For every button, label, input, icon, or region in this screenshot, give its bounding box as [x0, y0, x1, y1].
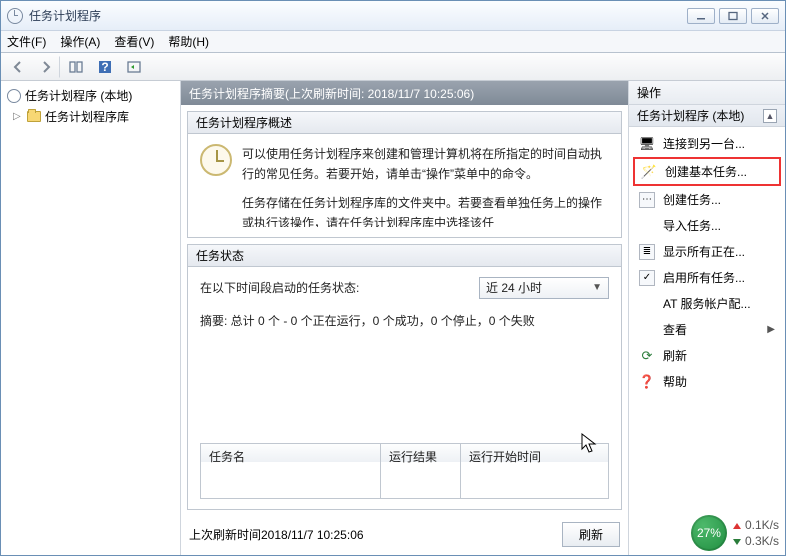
content-area: 任务计划程序 (本地) ▷ 任务计划程序库 任务计划程序摘要(上次刷新时间: 2… — [1, 81, 785, 555]
back-button[interactable] — [5, 56, 31, 78]
actions-section-title: 任务计划程序 (本地) — [637, 107, 744, 124]
close-button[interactable] — [751, 8, 779, 24]
action-show-running-label: 显示所有正在... — [663, 243, 745, 260]
action-help-label: 帮助 — [663, 373, 687, 390]
task-scheduler-window: 任务计划程序 文件(F) 操作(A) 查看(V) 帮助(H) ? 任务计划程序 … — [0, 0, 786, 556]
col-result[interactable]: 运行结果 — [381, 444, 461, 498]
tree-pane: 任务计划程序 (本地) ▷ 任务计划程序库 — [1, 81, 181, 555]
last-refresh-text: 上次刷新时间2018/11/7 10:25:06 — [189, 526, 364, 543]
chevron-down-icon: ▼ — [592, 279, 602, 296]
tree-root-label: 任务计划程序 (本地) — [25, 87, 132, 104]
overview-text-2: 任务存储在任务计划程序库的文件夹中。若要查看单独任务上的操作或执行该操作，请在任… — [242, 193, 609, 227]
window-title: 任务计划程序 — [29, 7, 101, 24]
status-panel: 任务状态 在以下时间段启动的任务状态: 近 24 小时 ▼ 摘要: 总计 0 个… — [187, 244, 622, 510]
titlebar: 任务计划程序 — [1, 1, 785, 31]
help-toolbar-button[interactable]: ? — [92, 56, 118, 78]
summary-header: 任务计划程序摘要(上次刷新时间: 2018/11/7 10:25:06) — [181, 81, 628, 105]
svg-text:?: ? — [101, 60, 108, 74]
action-view[interactable]: 查看 ▶ — [633, 317, 781, 342]
menubar: 文件(F) 操作(A) 查看(V) 帮助(H) — [1, 31, 785, 53]
folder-icon — [27, 111, 41, 122]
overview-title: 任务计划程序概述 — [188, 112, 621, 134]
forward-button[interactable] — [34, 56, 60, 78]
action-create-task[interactable]: ⋯ 创建任务... — [633, 187, 781, 212]
tree-library-label: 任务计划程序库 — [45, 108, 129, 125]
action-refresh-label: 刷新 — [663, 347, 687, 364]
action-enable-history-label: 启用所有任务... — [663, 269, 745, 286]
time-range-value: 近 24 小时 — [486, 278, 542, 298]
actions-section-header: 任务计划程序 (本地) ▲ — [629, 105, 785, 127]
tree-library[interactable]: ▷ 任务计划程序库 — [3, 106, 178, 127]
tree-root[interactable]: 任务计划程序 (本地) — [3, 85, 178, 106]
col-task-name[interactable]: 任务名 — [201, 444, 381, 498]
status-range-label: 在以下时间段启动的任务状态: — [200, 278, 359, 298]
action-view-label: 查看 — [663, 321, 687, 338]
view-icon — [639, 322, 655, 338]
menu-file[interactable]: 文件(F) — [7, 33, 46, 50]
clock-large-icon — [200, 144, 232, 176]
expand-icon[interactable]: ▷ — [13, 111, 23, 122]
action-create-task-label: 创建任务... — [663, 191, 721, 208]
list-icon: ≣ — [639, 244, 655, 260]
status-title: 任务状态 — [188, 245, 621, 267]
time-range-dropdown[interactable]: 近 24 小时 ▼ — [479, 277, 609, 299]
window-controls — [687, 8, 779, 24]
action-at-service[interactable]: AT 服务帐户配... — [633, 291, 781, 316]
import-icon — [639, 218, 655, 234]
menu-view[interactable]: 查看(V) — [114, 33, 154, 50]
upload-rate: 0.1K/s — [733, 518, 779, 532]
collapse-icon[interactable]: ▲ — [763, 109, 777, 123]
task-icon: ⋯ — [639, 192, 655, 208]
action-create-basic-label: 创建基本任务... — [665, 163, 747, 180]
action-refresh[interactable]: ⟳ 刷新 — [633, 343, 781, 368]
action-import-label: 导入任务... — [663, 217, 721, 234]
action-import-task[interactable]: 导入任务... — [633, 213, 781, 238]
status-summary: 摘要: 总计 0 个 - 0 个正在运行，0 个成功，0 个停止，0 个失败 — [200, 311, 609, 331]
overview-text-1: 可以使用任务计划程序来创建和管理计算机将在所指定的时间自动执行的常见任务。若要开… — [242, 144, 609, 185]
clock-icon — [7, 89, 21, 103]
panes-button[interactable] — [63, 56, 89, 78]
action-create-basic-task[interactable]: 🪄 创建基本任务... — [633, 157, 781, 186]
computer-icon: 🖥 — [639, 136, 655, 152]
col-start-time[interactable]: 运行开始时间 — [461, 444, 608, 498]
toolbar: ? — [1, 53, 785, 81]
action-show-running[interactable]: ≣ 显示所有正在... — [633, 239, 781, 264]
history-icon: ✓ — [639, 270, 655, 286]
network-indicator: 27% 0.1K/s 0.3K/s — [691, 515, 779, 551]
cpu-percent-badge[interactable]: 27% — [691, 515, 727, 551]
menu-action[interactable]: 操作(A) — [60, 33, 100, 50]
clock-icon — [7, 8, 23, 24]
minimize-button[interactable] — [687, 8, 715, 24]
action-connect[interactable]: 🖥 连接到另一台... — [633, 131, 781, 156]
overview-panel: 任务计划程序概述 可以使用任务计划程序来创建和管理计算机将在所指定的时间自动执行… — [187, 111, 622, 238]
action-enable-history[interactable]: ✓ 启用所有任务... — [633, 265, 781, 290]
refresh-icon: ⟳ — [639, 348, 655, 364]
action-at-service-label: AT 服务帐户配... — [663, 295, 751, 312]
submenu-arrow-icon: ▶ — [767, 324, 775, 335]
preview-button[interactable] — [121, 56, 147, 78]
help-icon: ❓ — [639, 374, 655, 390]
action-help[interactable]: ❓ 帮助 — [633, 369, 781, 394]
refresh-button[interactable]: 刷新 — [562, 522, 620, 547]
menu-help[interactable]: 帮助(H) — [168, 33, 209, 50]
task-grid[interactable]: 任务名 运行结果 运行开始时间 — [200, 443, 609, 499]
download-rate: 0.3K/s — [733, 534, 779, 548]
actions-pane: 操作 任务计划程序 (本地) ▲ 🖥 连接到另一台... 🪄 创建基本任务...… — [629, 81, 785, 555]
maximize-button[interactable] — [719, 8, 747, 24]
action-connect-label: 连接到另一台... — [663, 135, 745, 152]
footer-row: 上次刷新时间2018/11/7 10:25:06 刷新 — [187, 516, 622, 549]
center-pane: 任务计划程序摘要(上次刷新时间: 2018/11/7 10:25:06) 任务计… — [181, 81, 629, 555]
wizard-icon: 🪄 — [641, 164, 657, 180]
account-icon — [639, 296, 655, 312]
actions-pane-title: 操作 — [629, 81, 785, 105]
